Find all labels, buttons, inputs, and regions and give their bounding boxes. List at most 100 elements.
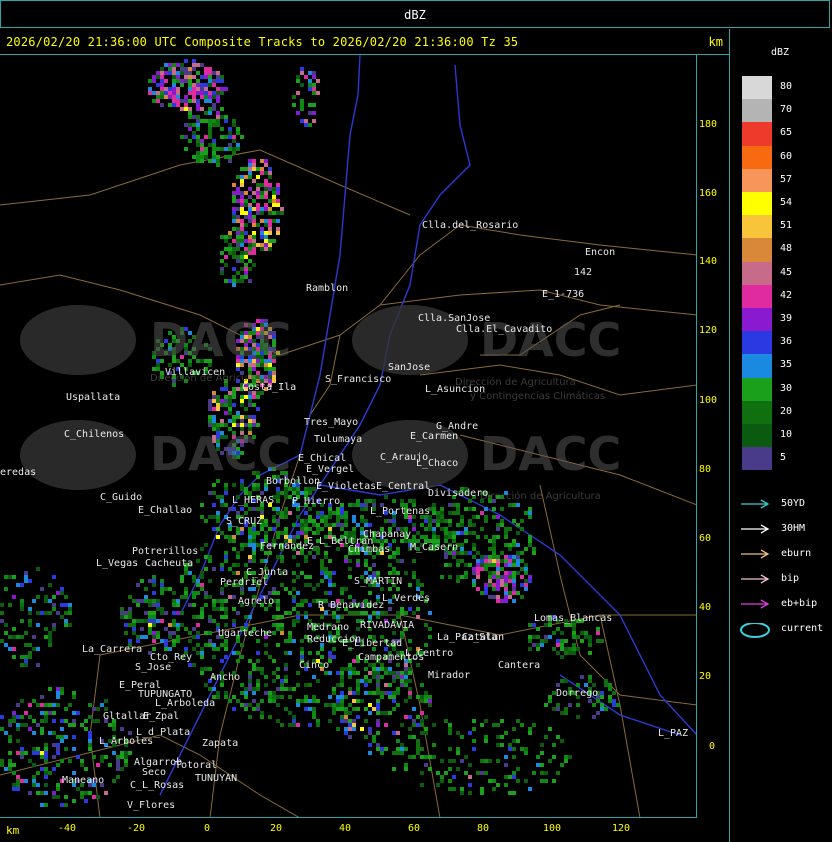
echo-pixel [312,111,316,115]
echo-pixel [532,547,536,551]
echo-pixel [224,263,228,267]
echo-pixel [220,87,224,91]
echo-pixel [28,643,32,647]
echo-pixel [528,575,532,579]
place-label: S_CRUZ [226,516,263,527]
echo-pixel [364,683,368,687]
echo-pixel [424,715,428,719]
echo-pixel [420,771,424,775]
echo-pixel [444,531,448,535]
echo-pixel [304,75,308,79]
echo-pixel [212,83,216,87]
echo-pixel [368,499,372,503]
echo-pixel [312,699,316,703]
echo-pixel [324,551,328,555]
echo-pixel [484,555,488,559]
echo-pixel [52,755,56,759]
echo-pixel [456,563,460,567]
echo-pixel [32,775,36,779]
echo-pixel [452,759,456,763]
radar-map[interactable]: DACC Dirección de Agricultura DACC DACC … [0,55,697,818]
echo-pixel [292,623,296,627]
echo-pixel [296,487,300,491]
echo-pixel [216,519,220,523]
echo-pixel [212,647,216,651]
echo-pixel [468,775,472,779]
echo-pixel [420,783,424,787]
echo-pixel [232,139,236,143]
echo-pixel [152,579,156,583]
echo-pixel [252,167,256,171]
echo-pixel [536,763,540,767]
echo-pixel [268,243,272,247]
echo-pixel [216,395,220,399]
echo-pixel [172,87,176,91]
echo-pixel [408,755,412,759]
echo-pixel [392,751,396,755]
echo-pixel [236,563,240,567]
echo-pixel [316,523,320,527]
echo-pixel [84,767,88,771]
echo-pixel [172,99,176,103]
echo-pixel [200,571,204,575]
echo-pixel [284,507,288,511]
echo-pixel [472,739,476,743]
echo-pixel [340,675,344,679]
echo-pixel [492,571,496,575]
echo-pixel [524,747,528,751]
echo-pixel [600,691,604,695]
echo-pixel [424,623,428,627]
echo-pixel [252,239,256,243]
echo-pixel [284,611,288,615]
echo-pixel [312,599,316,603]
echo-pixel [224,247,228,251]
echo-pixel [468,523,472,527]
echo-pixel [388,667,392,671]
echo-pixel [56,611,60,615]
echo-pixel [120,611,124,615]
echo-pixel [276,523,280,527]
echo-pixel [272,375,276,379]
echo-pixel [348,703,352,707]
echo-pixel [472,523,476,527]
echo-pixel [392,691,396,695]
echo-pixel [224,615,228,619]
echo-pixel [404,675,408,679]
echo-pixel [560,631,564,635]
echo-pixel [304,583,308,587]
echo-pixel [544,635,548,639]
echo-pixel [484,739,488,743]
echo-pixel [240,395,244,399]
echo-pixel [172,611,176,615]
echo-pixel [232,563,236,567]
echo-pixel [448,747,452,751]
echo-pixel [276,623,280,627]
echo-pixel [204,643,208,647]
echo-pixel [416,747,420,751]
echo-pixel [392,671,396,675]
echo-pixel [444,555,448,559]
place-label: Ancho [210,672,241,683]
echo-pixel [512,579,516,583]
echo-pixel [496,595,500,599]
echo-pixel [608,683,612,687]
echo-pixel [400,671,404,675]
echo-pixel [252,507,256,511]
echo-pixel [252,483,256,487]
echo-pixel [596,711,600,715]
echo-pixel [364,707,368,711]
echo-pixel [208,143,212,147]
echo-pixel [268,175,272,179]
legend-level-label: 51 [780,220,793,232]
echo-pixel [40,703,44,707]
place-label: Zapata [202,738,239,749]
echo-pixel [264,691,268,695]
echo-pixel [428,703,432,707]
echo-pixel [384,683,388,687]
echo-pixel [236,527,240,531]
echo-pixel [372,571,376,575]
echo-pixel [8,719,12,723]
echo-pixel [436,511,440,515]
echo-pixel [496,759,500,763]
echo-pixel [156,91,160,95]
